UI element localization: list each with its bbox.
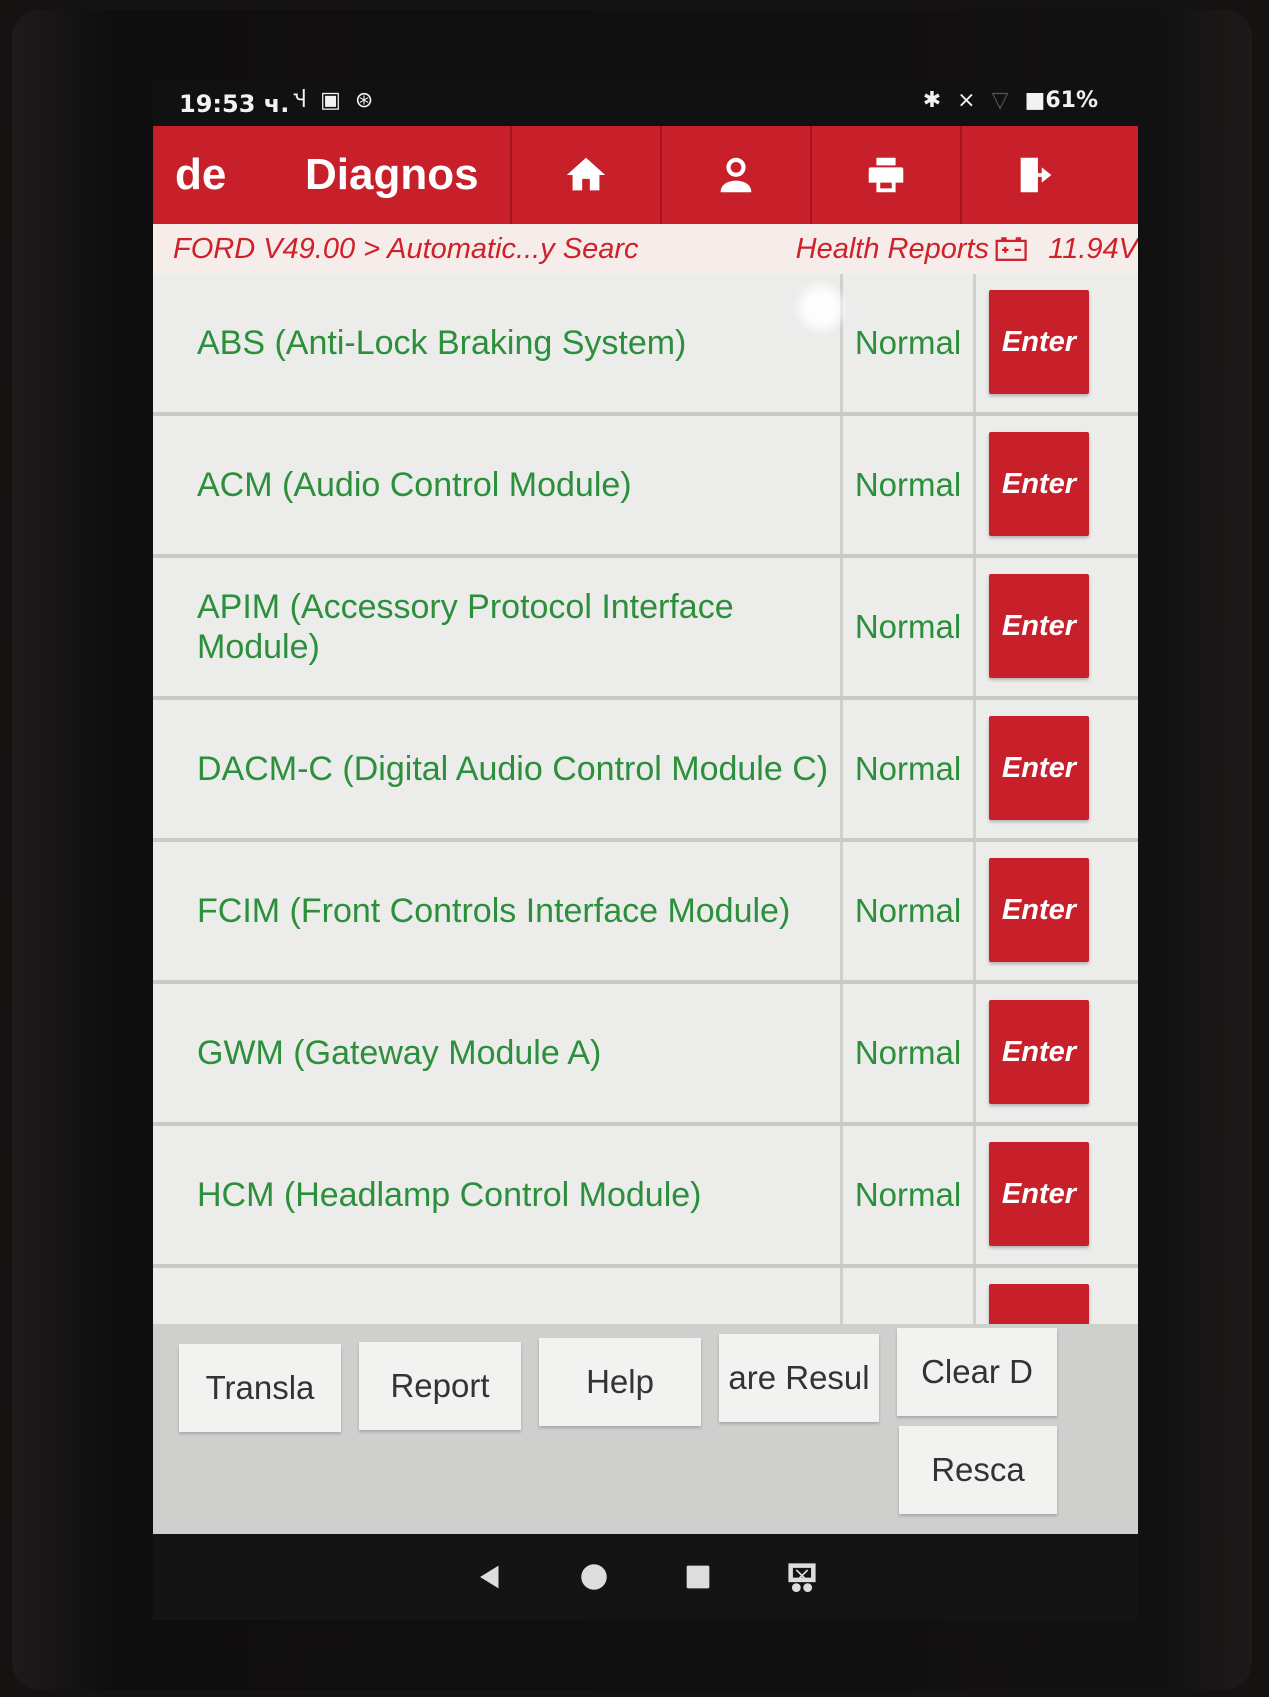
table-row-partial bbox=[153, 1268, 1138, 1324]
table-row: APIM (Accessory Protocol Interface Modul… bbox=[153, 558, 1138, 700]
bluetooth-icon: ✱ bbox=[922, 88, 942, 113]
battery-level: 61% bbox=[1045, 88, 1098, 113]
module-name: HCM (Headlamp Control Module) bbox=[153, 1126, 843, 1264]
enter-button[interactable]: Enter bbox=[989, 290, 1089, 394]
module-status: Normal bbox=[843, 274, 976, 412]
module-name: GWM (Gateway Module A) bbox=[153, 984, 843, 1122]
rescan-button[interactable]: Resca bbox=[899, 1426, 1057, 1514]
clear-dtc-button[interactable]: Clear D bbox=[897, 1328, 1057, 1416]
enter-button[interactable] bbox=[989, 1284, 1089, 1324]
module-name: APIM (Accessory Protocol Interface Modul… bbox=[153, 558, 843, 696]
module-name: ACM (Audio Control Module) bbox=[153, 416, 843, 554]
module-status: Normal bbox=[843, 700, 976, 838]
user-button[interactable] bbox=[660, 126, 810, 224]
module-status: Normal bbox=[843, 416, 976, 554]
enter-button[interactable]: Enter bbox=[989, 716, 1089, 820]
module-name: ABS (Anti-Lock Braking System) bbox=[153, 274, 843, 412]
voltage-readout: 11.94V bbox=[1048, 232, 1138, 265]
header-left-label[interactable]: de bbox=[153, 150, 305, 200]
battery-indicator: ■61% bbox=[1025, 88, 1098, 113]
page-title: Diagnos bbox=[305, 150, 479, 199]
module-name: FCIM (Front Controls Interface Module) bbox=[153, 842, 843, 980]
breadcrumb-current: Health Reports bbox=[795, 232, 990, 265]
device-screen: 19:53 ч. Ⴣ ▣ ⊛ ✱ ⨯ ▽ ■61% de Diagnos FOR… bbox=[153, 80, 1138, 1620]
help-button[interactable]: Help bbox=[539, 1338, 701, 1426]
exit-button[interactable] bbox=[960, 126, 1110, 224]
home-icon bbox=[566, 157, 606, 191]
usb-debug-icon: Ⴣ bbox=[293, 88, 307, 113]
module-status: Normal bbox=[843, 842, 976, 980]
module-name bbox=[153, 1268, 843, 1324]
enter-button[interactable]: Enter bbox=[989, 858, 1089, 962]
print-button[interactable] bbox=[810, 126, 960, 224]
action-bar: Transla Report Help are Resul Clear D Re… bbox=[153, 1324, 1138, 1534]
print-icon bbox=[868, 157, 904, 193]
enter-button[interactable]: Enter bbox=[989, 574, 1089, 678]
exit-icon bbox=[1020, 157, 1052, 193]
table-row: HCM (Headlamp Control Module) Normal Ent… bbox=[153, 1126, 1138, 1268]
module-name: DACM-C (Digital Audio Control Module C) bbox=[153, 700, 843, 838]
image-icon: ▣ bbox=[320, 88, 341, 113]
status-icons-right: ✱ ⨯ ▽ ■61% bbox=[923, 88, 1098, 113]
mute-icon: ⨯ bbox=[957, 88, 976, 113]
back-icon[interactable] bbox=[473, 1560, 507, 1594]
breadcrumb: FORD V49.00 > Automatic...y Searc Health… bbox=[153, 224, 1138, 274]
user-icon bbox=[720, 157, 752, 193]
status-bar: 19:53 ч. Ⴣ ▣ ⊛ ✱ ⨯ ▽ ■61% bbox=[153, 80, 1138, 126]
table-row: FCIM (Front Controls Interface Module) N… bbox=[153, 842, 1138, 984]
enter-button[interactable]: Enter bbox=[989, 1000, 1089, 1104]
home-button[interactable] bbox=[510, 126, 660, 224]
battery-voltage-icon bbox=[995, 237, 1027, 261]
module-status: Normal bbox=[843, 984, 976, 1122]
translate-button[interactable]: Transla bbox=[179, 1344, 341, 1432]
system-nav-bar bbox=[153, 1534, 1138, 1620]
table-row: GWM (Gateway Module A) Normal Enter bbox=[153, 984, 1138, 1126]
settings-icon: ⊛ bbox=[354, 88, 374, 113]
report-button[interactable]: Report bbox=[359, 1342, 521, 1430]
table-row: ACM (Audio Control Module) Normal Enter bbox=[153, 416, 1138, 558]
module-table: ABS (Anti-Lock Braking System) Normal En… bbox=[153, 274, 1138, 1324]
status-time: 19:53 ч. bbox=[179, 90, 290, 118]
recents-icon[interactable] bbox=[681, 1560, 715, 1594]
module-status bbox=[843, 1268, 976, 1324]
module-status: Normal bbox=[843, 1126, 976, 1264]
light-glare bbox=[793, 280, 849, 336]
enter-button[interactable]: Enter bbox=[989, 1142, 1089, 1246]
wifi-icon: ▽ bbox=[991, 88, 1009, 113]
table-row: DACM-C (Digital Audio Control Module C) … bbox=[153, 700, 1138, 842]
home-circle-icon[interactable] bbox=[577, 1560, 611, 1594]
screenshot-icon[interactable] bbox=[785, 1560, 819, 1594]
table-row: ABS (Anti-Lock Braking System) Normal En… bbox=[153, 274, 1138, 416]
app-header: de Diagnos bbox=[153, 126, 1138, 224]
compare-results-button[interactable]: are Resul bbox=[719, 1334, 879, 1422]
breadcrumb-path[interactable]: FORD V49.00 > Automatic...y Searc bbox=[153, 233, 796, 266]
module-status: Normal bbox=[843, 558, 976, 696]
status-icons-left: Ⴣ ▣ ⊛ bbox=[293, 88, 373, 113]
enter-button[interactable]: Enter bbox=[989, 432, 1089, 536]
battery-icon: ■ bbox=[1024, 88, 1046, 113]
